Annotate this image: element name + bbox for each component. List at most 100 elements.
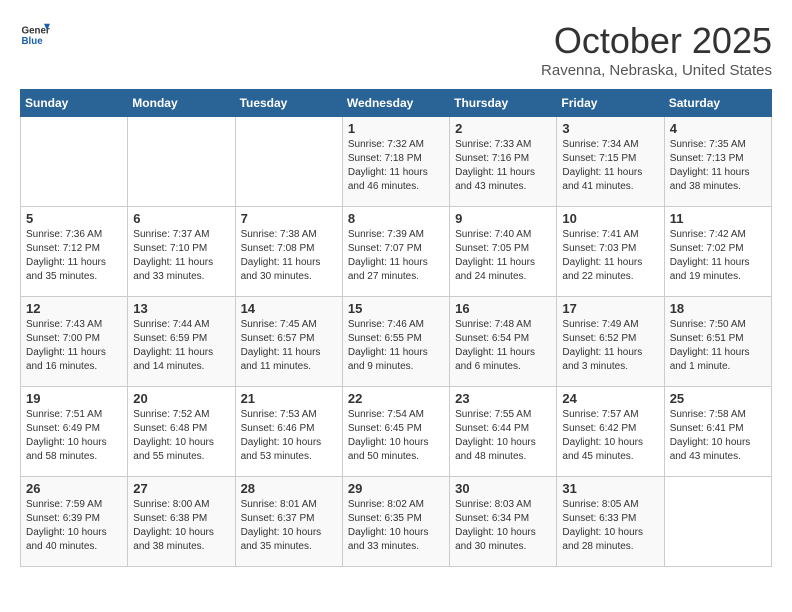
- calendar-cell: 28 Sunrise: 8:01 AMSunset: 6:37 PMDayligh…: [235, 477, 342, 567]
- calendar-cell: 20 Sunrise: 7:52 AMSunset: 6:48 PMDayligh…: [128, 387, 235, 477]
- day-info: Sunrise: 7:35 AMSunset: 7:13 PMDaylight:…: [670, 138, 766, 194]
- day-info: Sunrise: 7:51 AMSunset: 6:49 PMDaylight:…: [26, 408, 122, 464]
- day-info: Sunrise: 7:49 AMSunset: 6:52 PMDaylight:…: [562, 318, 658, 374]
- calendar-week-3: 12 Sunrise: 7:43 AMSunset: 7:00 PMDayligh…: [21, 297, 772, 387]
- calendar-cell: 2 Sunrise: 7:33 AMSunset: 7:16 PMDaylight…: [450, 117, 557, 207]
- calendar-week-5: 26 Sunrise: 7:59 AMSunset: 6:39 PMDayligh…: [21, 477, 772, 567]
- day-number: 25: [670, 391, 766, 406]
- day-info: Sunrise: 7:43 AMSunset: 7:00 PMDaylight:…: [26, 318, 122, 374]
- day-number: 17: [562, 301, 658, 316]
- month-title: October 2025: [541, 20, 772, 62]
- calendar-cell: 16 Sunrise: 7:48 AMSunset: 6:54 PMDayligh…: [450, 297, 557, 387]
- calendar-cell: 29 Sunrise: 8:02 AMSunset: 6:35 PMDayligh…: [342, 477, 449, 567]
- day-number: 1: [348, 121, 444, 136]
- svg-text:Blue: Blue: [22, 36, 44, 47]
- calendar-cell: [235, 117, 342, 207]
- day-number: 4: [670, 121, 766, 136]
- day-number: 29: [348, 481, 444, 496]
- calendar-cell: 17 Sunrise: 7:49 AMSunset: 6:52 PMDayligh…: [557, 297, 664, 387]
- day-number: 7: [241, 211, 337, 226]
- col-thursday: Thursday: [450, 90, 557, 117]
- calendar-header-row: Sunday Monday Tuesday Wednesday Thursday…: [21, 90, 772, 117]
- day-number: 18: [670, 301, 766, 316]
- day-info: Sunrise: 7:48 AMSunset: 6:54 PMDaylight:…: [455, 318, 551, 374]
- day-number: 24: [562, 391, 658, 406]
- day-number: 9: [455, 211, 551, 226]
- logo: General Blue: [20, 20, 50, 50]
- day-number: 28: [241, 481, 337, 496]
- calendar-cell: 12 Sunrise: 7:43 AMSunset: 7:00 PMDayligh…: [21, 297, 128, 387]
- calendar-cell: 18 Sunrise: 7:50 AMSunset: 6:51 PMDayligh…: [664, 297, 771, 387]
- day-info: Sunrise: 8:05 AMSunset: 6:33 PMDaylight:…: [562, 498, 658, 554]
- calendar-cell: [21, 117, 128, 207]
- calendar-cell: 9 Sunrise: 7:40 AMSunset: 7:05 PMDaylight…: [450, 207, 557, 297]
- day-info: Sunrise: 8:01 AMSunset: 6:37 PMDaylight:…: [241, 498, 337, 554]
- day-number: 5: [26, 211, 122, 226]
- calendar-week-2: 5 Sunrise: 7:36 AMSunset: 7:12 PMDaylight…: [21, 207, 772, 297]
- day-info: Sunrise: 8:03 AMSunset: 6:34 PMDaylight:…: [455, 498, 551, 554]
- day-info: Sunrise: 7:50 AMSunset: 6:51 PMDaylight:…: [670, 318, 766, 374]
- day-number: 6: [133, 211, 229, 226]
- calendar-cell: 21Sunrise: 7:53 AMSunset: 6:46 PMDayligh…: [235, 387, 342, 477]
- title-section: October 2025 Ravenna, Nebraska, United S…: [541, 20, 772, 79]
- col-monday: Monday: [128, 90, 235, 117]
- calendar-cell: 6 Sunrise: 7:37 AMSunset: 7:10 PMDaylight…: [128, 207, 235, 297]
- day-info: Sunrise: 7:57 AMSunset: 6:42 PMDaylight:…: [562, 408, 658, 464]
- calendar-week-1: 1Sunrise: 7:32 AMSunset: 7:18 PMDaylight…: [21, 117, 772, 207]
- calendar-cell: 24 Sunrise: 7:57 AMSunset: 6:42 PMDayligh…: [557, 387, 664, 477]
- day-number: 3: [562, 121, 658, 136]
- day-info: Sunrise: 7:59 AMSunset: 6:39 PMDaylight:…: [26, 498, 122, 554]
- day-info: Sunrise: 8:00 AMSunset: 6:38 PMDaylight:…: [133, 498, 229, 554]
- calendar-cell: 19 Sunrise: 7:51 AMSunset: 6:49 PMDayligh…: [21, 387, 128, 477]
- calendar-cell: 10Sunrise: 7:41 AMSunset: 7:03 PMDayligh…: [557, 207, 664, 297]
- day-info: Sunrise: 7:34 AMSunset: 7:15 PMDaylight:…: [562, 138, 658, 194]
- calendar-cell: 27Sunrise: 8:00 AMSunset: 6:38 PMDayligh…: [128, 477, 235, 567]
- day-number: 14: [241, 301, 337, 316]
- calendar-cell: 14Sunrise: 7:45 AMSunset: 6:57 PMDayligh…: [235, 297, 342, 387]
- day-number: 21: [241, 391, 337, 406]
- col-saturday: Saturday: [664, 90, 771, 117]
- day-number: 2: [455, 121, 551, 136]
- day-number: 12: [26, 301, 122, 316]
- day-number: 31: [562, 481, 658, 496]
- day-info: Sunrise: 7:39 AMSunset: 7:07 PMDaylight:…: [348, 228, 444, 284]
- day-number: 26: [26, 481, 122, 496]
- day-info: Sunrise: 8:02 AMSunset: 6:35 PMDaylight:…: [348, 498, 444, 554]
- calendar-cell: 31 Sunrise: 8:05 AMSunset: 6:33 PMDayligh…: [557, 477, 664, 567]
- day-number: 16: [455, 301, 551, 316]
- day-number: 15: [348, 301, 444, 316]
- day-number: 13: [133, 301, 229, 316]
- calendar-cell: 8 Sunrise: 7:39 AMSunset: 7:07 PMDaylight…: [342, 207, 449, 297]
- calendar-cell: 26 Sunrise: 7:59 AMSunset: 6:39 PMDayligh…: [21, 477, 128, 567]
- day-info: Sunrise: 7:37 AMSunset: 7:10 PMDaylight:…: [133, 228, 229, 284]
- page-header: General Blue October 2025 Ravenna, Nebra…: [20, 20, 772, 79]
- calendar-cell: 11Sunrise: 7:42 AMSunset: 7:02 PMDayligh…: [664, 207, 771, 297]
- day-number: 22: [348, 391, 444, 406]
- day-number: 8: [348, 211, 444, 226]
- calendar-cell: 13 Sunrise: 7:44 AMSunset: 6:59 PMDayligh…: [128, 297, 235, 387]
- day-info: Sunrise: 7:33 AMSunset: 7:16 PMDaylight:…: [455, 138, 551, 194]
- logo-icon: General Blue: [20, 20, 50, 50]
- calendar-cell: 25 Sunrise: 7:58 AMSunset: 6:41 PMDayligh…: [664, 387, 771, 477]
- day-info: Sunrise: 7:44 AMSunset: 6:59 PMDaylight:…: [133, 318, 229, 374]
- day-info: Sunrise: 7:58 AMSunset: 6:41 PMDaylight:…: [670, 408, 766, 464]
- location: Ravenna, Nebraska, United States: [541, 62, 772, 79]
- col-sunday: Sunday: [21, 90, 128, 117]
- day-info: Sunrise: 7:54 AMSunset: 6:45 PMDaylight:…: [348, 408, 444, 464]
- day-info: Sunrise: 7:40 AMSunset: 7:05 PMDaylight:…: [455, 228, 551, 284]
- day-number: 19: [26, 391, 122, 406]
- day-info: Sunrise: 7:55 AMSunset: 6:44 PMDaylight:…: [455, 408, 551, 464]
- calendar-cell: 1Sunrise: 7:32 AMSunset: 7:18 PMDaylight…: [342, 117, 449, 207]
- day-info: Sunrise: 7:36 AMSunset: 7:12 PMDaylight:…: [26, 228, 122, 284]
- calendar-cell: 3 Sunrise: 7:34 AMSunset: 7:15 PMDaylight…: [557, 117, 664, 207]
- day-number: 20: [133, 391, 229, 406]
- day-number: 23: [455, 391, 551, 406]
- col-tuesday: Tuesday: [235, 90, 342, 117]
- day-info: Sunrise: 7:38 AMSunset: 7:08 PMDaylight:…: [241, 228, 337, 284]
- calendar-cell: 5 Sunrise: 7:36 AMSunset: 7:12 PMDaylight…: [21, 207, 128, 297]
- calendar-cell: 30Sunrise: 8:03 AMSunset: 6:34 PMDayligh…: [450, 477, 557, 567]
- calendar-cell: [128, 117, 235, 207]
- day-info: Sunrise: 7:46 AMSunset: 6:55 PMDaylight:…: [348, 318, 444, 374]
- day-info: Sunrise: 7:52 AMSunset: 6:48 PMDaylight:…: [133, 408, 229, 464]
- calendar-cell: 15 Sunrise: 7:46 AMSunset: 6:55 PMDayligh…: [342, 297, 449, 387]
